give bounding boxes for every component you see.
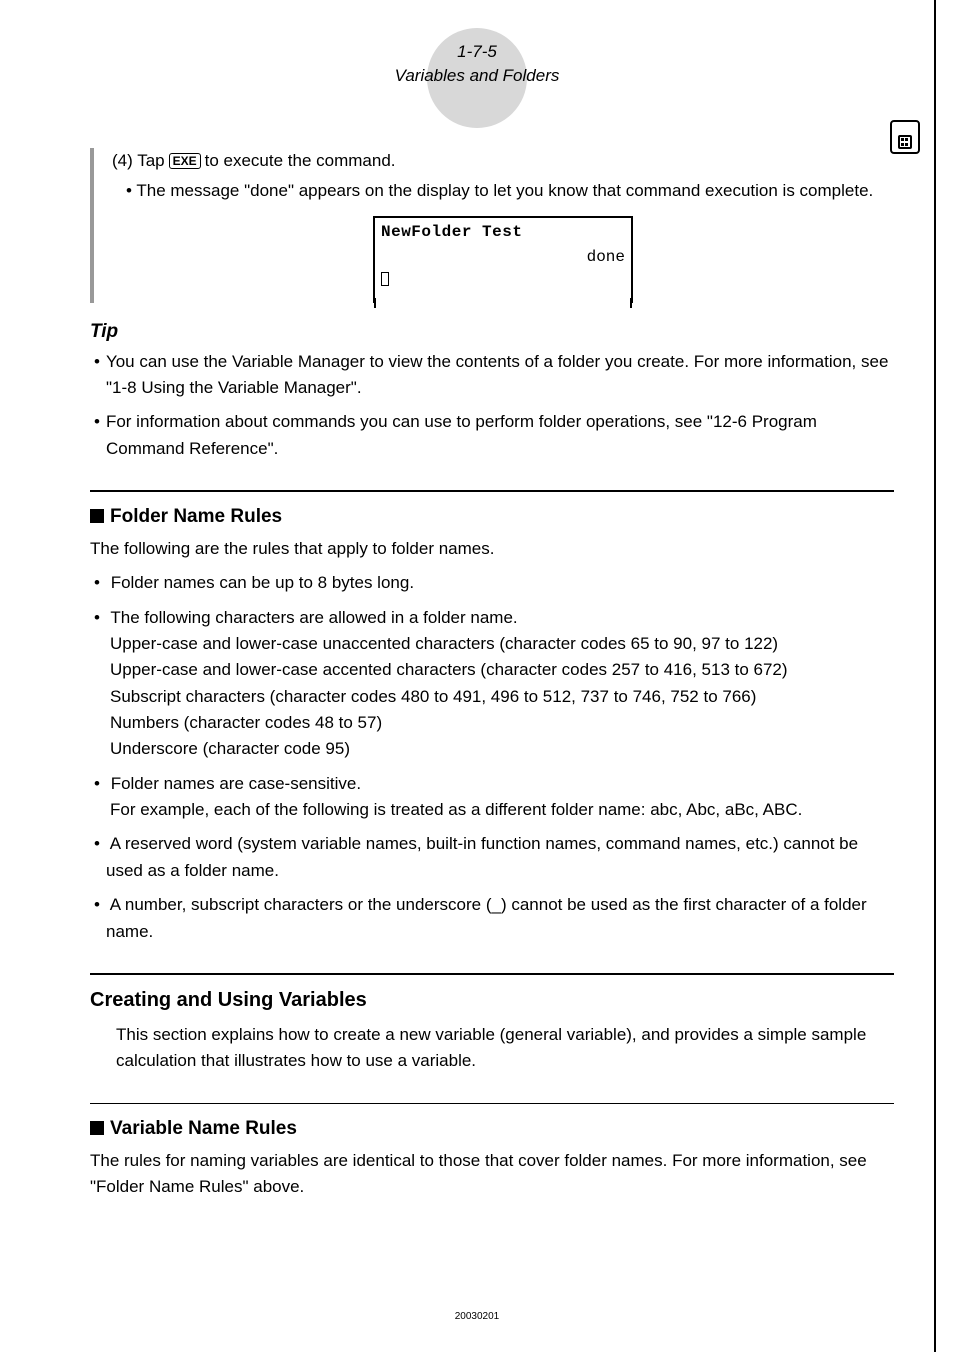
folder-rules-intro: The following are the rules that apply t… [90,536,894,562]
variable-rules-heading-text: Variable Name Rules [110,1118,297,1139]
list-item: Folder names can be up to 8 bytes long. [90,570,894,596]
step-prefix: (4) Tap [112,148,165,174]
rule-text: The following characters are allowed in … [110,608,517,627]
exe-key-icon: EXE [169,153,201,169]
page-title: Variables and Folders [0,64,954,88]
creating-para: This section explains how to create a ne… [90,1022,894,1075]
tip-item: You can use the Variable Manager to view… [90,349,894,402]
rule-text: A reserved word (system variable names, … [106,834,858,879]
divider [90,490,894,492]
page-right-rule [934,0,936,1352]
variable-rules-heading: Variable Name Rules [90,1118,894,1140]
tip-item: For information about commands you can u… [90,409,894,462]
list-item: The following characters are allowed in … [90,605,894,763]
screenshot-line2: done [381,245,625,270]
tip-list: You can use the Variable Manager to view… [90,349,894,462]
rule-subtext: For example, each of the following is tr… [122,797,894,823]
rule-subtext: Upper-case and lower-case unaccented cha… [122,631,894,657]
rule-text: Folder names are case-sensitive. [111,774,361,793]
variable-rules-para: The rules for naming variables are ident… [90,1148,894,1201]
calculator-screenshot: NewFolder Test done [373,216,633,302]
page-ref: 1-7-5 [0,40,954,64]
rule-subtext: Numbers (character codes 48 to 57) [122,710,894,736]
list-item: A reserved word (system variable names, … [90,831,894,884]
list-item: A number, subscript characters or the un… [90,892,894,945]
step-bullet: • The message "done" appears on the disp… [112,178,894,204]
step-bullet-text: The message "done" appears on the displa… [136,181,873,200]
step-block: (4) Tap EXE to execute the command. • Th… [90,148,894,303]
tip-heading: Tip [90,321,894,343]
creating-heading: Creating and Using Variables [90,989,894,1012]
folder-rules-heading: Folder Name Rules [90,506,894,528]
footer-code: 20030201 [0,1311,954,1322]
rule-text: Folder names can be up to 8 bytes long. [111,573,414,592]
screenshot-line1: NewFolder Test [381,220,625,245]
grid-icon [890,120,920,154]
folder-rules-heading-text: Folder Name Rules [110,506,282,527]
rule-text: A number, subscript characters or the un… [106,895,867,940]
rule-subtext: Upper-case and lower-case accented chara… [122,657,894,683]
folder-rules-list: Folder names can be up to 8 bytes long. … [90,570,894,944]
divider [90,1103,894,1104]
list-item: Folder names are case-sensitive. For exa… [90,771,894,824]
step-suffix: to execute the command. [205,148,396,174]
rule-subtext: Underscore (character code 95) [122,736,894,762]
square-bullet-icon [90,509,104,523]
divider [90,973,894,975]
rule-subtext: Subscript characters (character codes 48… [122,684,894,710]
square-bullet-icon [90,1121,104,1135]
cursor-icon [381,272,389,286]
page-header: 1-7-5 Variables and Folders [0,0,954,88]
